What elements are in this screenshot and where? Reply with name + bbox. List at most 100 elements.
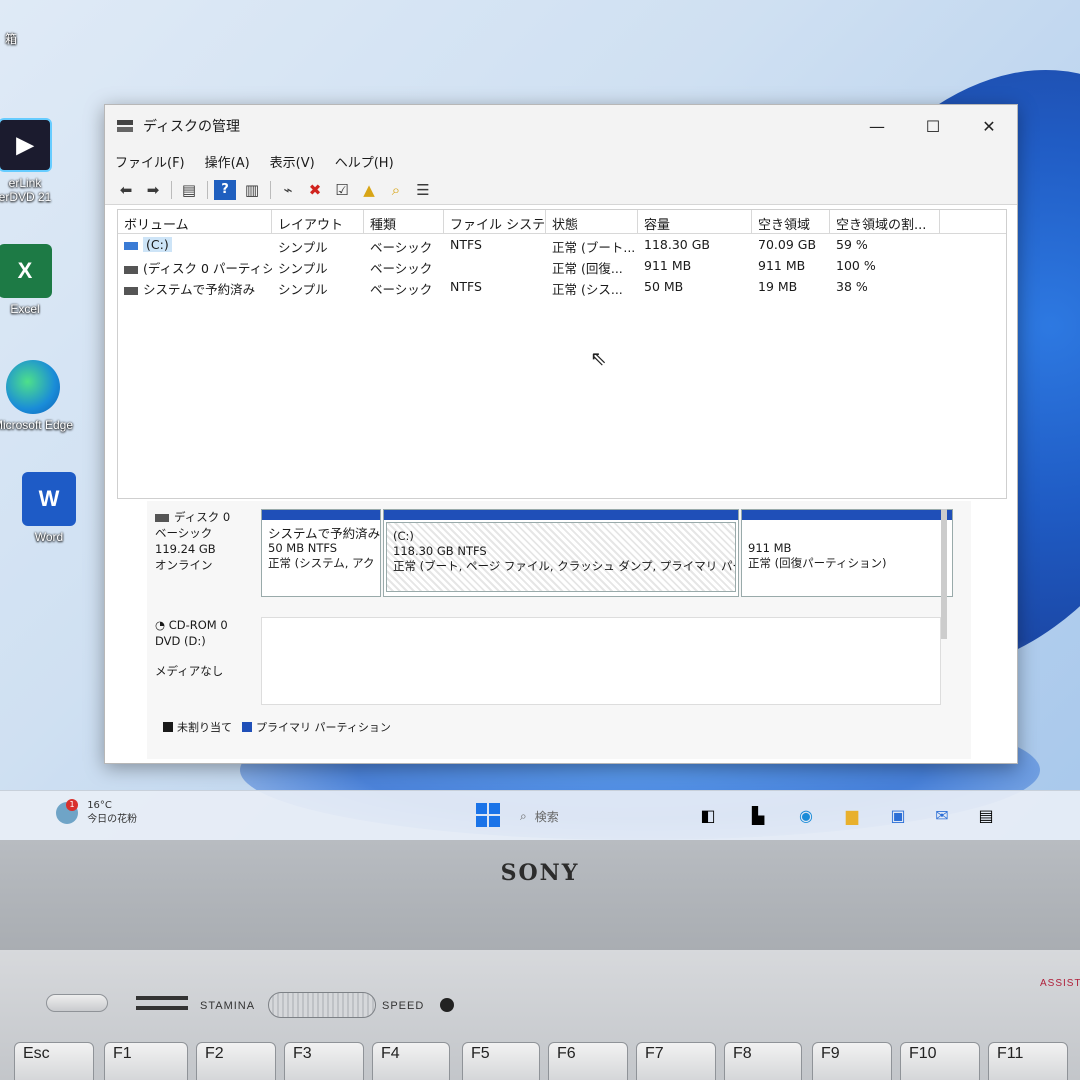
column-header-volume[interactable]: ボリューム [118,210,272,233]
assist-label: ASSIST [1040,978,1080,989]
key-f8[interactable]: F8 [724,1042,802,1080]
key-esc[interactable]: Esc [14,1042,94,1080]
table-row[interactable]: (ディスク 0 パーティシ... シンプル ベーシック 正常 (回復... 91… [118,255,1006,276]
toolbar-separator [171,180,172,199]
taskbar-search[interactable]: ⌕ 検索 [520,803,670,829]
legend-swatch-primary [242,722,252,732]
partition-size: 118.30 GB NTFS [393,544,487,558]
column-header-filesystem[interactable]: ファイル システム [444,210,546,233]
window-title: ディスクの管理 [143,119,241,135]
volume-icon [124,286,138,295]
delete-icon[interactable]: ✖ [304,180,326,200]
key-f10[interactable]: F10 [900,1042,980,1080]
weather-desc: 今日の花粉 [87,814,138,825]
stamina-speed-switch[interactable] [268,992,376,1018]
properties-icon[interactable]: ▤ [178,180,200,200]
partition-bar [742,510,952,520]
desktop-icon-excel[interactable]: X Excel [0,244,80,316]
table-row[interactable]: システムで予約済み シンプル ベーシック NTFS 正常 (シス... 50 M… [118,276,1006,297]
file-explorer-icon[interactable]: ▆ [838,801,866,829]
desktop-icon-edge[interactable]: Microsoft Edge [0,360,88,432]
volume-name: (C:) [143,237,172,252]
start-button[interactable] [476,803,500,827]
disk-row-disk-0[interactable]: ディスク 0 ベーシック 119.24 GB オンライン システムで予約済み 5… [147,501,953,639]
minimize-button[interactable]: — [849,105,905,147]
key-f1[interactable]: F1 [104,1042,188,1080]
column-header-layout[interactable]: レイアウト [272,210,364,233]
disk-status: メディアなし [155,664,224,678]
partition-system-reserved[interactable]: システムで予約済み 50 MB NTFS 正常 (システム, アク [261,509,381,597]
disk-row-cdrom-0[interactable]: ◔ CD-ROM 0 DVD (D:) メディアなし [147,609,947,709]
key-f11[interactable]: F11 [988,1042,1068,1080]
desktop-icon-label: 箱 [4,32,17,46]
folder-up-icon[interactable]: ▲ [358,180,380,200]
disk-info[interactable]: ◔ CD-ROM 0 DVD (D:) メディアなし [155,617,255,679]
disk-map[interactable]: ディスク 0 ベーシック 119.24 GB オンライン システムで予約済み 5… [147,501,971,759]
column-header-type[interactable]: 種類 [364,210,444,233]
list-view-icon[interactable]: ▥ [241,180,263,200]
widgets-icon[interactable]: ▙ [744,801,772,829]
weather-temp: 16°C [87,800,112,811]
column-header-status[interactable]: 状態 [546,210,638,233]
key-f4[interactable]: F4 [372,1042,450,1080]
close-button[interactable]: ✕ [961,105,1017,147]
partition-c-drive[interactable]: (C:) 118.30 GB NTFS 正常 (ブート, ページ ファイル, ク… [383,509,739,597]
store-icon[interactable]: ▣ [884,801,912,829]
edge-icon [6,360,60,414]
weather-widget[interactable]: 1 16°C 今日の花粉 [56,799,137,827]
key-f7[interactable]: F7 [636,1042,716,1080]
disk-management-taskbar-icon[interactable]: ▤ [972,801,1000,829]
key-f3[interactable]: F3 [284,1042,364,1080]
disk-info[interactable]: ディスク 0 ベーシック 119.24 GB オンライン [155,509,255,573]
legend-unallocated: 未割り当て [177,721,232,734]
disk-management-window[interactable]: ディスクの管理 — ☐ ✕ ファイル(F) 操作(A) 表示(V) ヘルプ(H)… [104,104,1018,764]
menu-file[interactable]: ファイル(F) [115,152,185,171]
maximize-button[interactable]: ☐ [905,105,961,147]
back-arrow-icon[interactable]: ⬅ [115,180,137,200]
capacity-cell: 911 MB [644,258,692,273]
volume-icon [124,241,138,250]
key-f5[interactable]: F5 [462,1042,540,1080]
partition-recovery[interactable]: 911 MB 正常 (回復パーティション) [741,509,953,597]
check-icon[interactable]: ☑ [331,180,353,200]
partition-bar [384,510,738,520]
menu-action[interactable]: 操作(A) [205,152,250,171]
title-bar[interactable]: ディスクの管理 — ☐ ✕ [105,105,1017,147]
column-header-capacity[interactable]: 容量 [638,210,752,233]
forward-arrow-icon[interactable]: ➡ [142,180,164,200]
disk-icon [155,513,169,522]
toolbar-separator [270,180,271,199]
details-icon[interactable]: ☰ [412,180,434,200]
toolbar-separator [207,180,208,199]
capacity-cell: 118.30 GB [644,237,710,252]
disk-type: DVD (D:) [155,634,206,648]
menu-view[interactable]: 表示(V) [270,152,315,171]
desktop-icon-word[interactable]: W Word [0,472,104,544]
table-row[interactable]: (C:) シンプル ベーシック NTFS 正常 (ブート... 118.30 G… [118,234,1006,255]
desktop-icon-recycle[interactable]: 箱 [0,30,66,47]
column-header-percent-free[interactable]: 空き領域の割... [830,210,940,233]
mail-icon[interactable]: ✉ [928,801,956,829]
desktop-icon-powerdvd[interactable]: ▶ erLink erDVD 21 [0,118,80,204]
legend-primary: プライマリ パーティション [256,721,391,734]
key-f2[interactable]: F2 [196,1042,276,1080]
partition-size: 50 MB NTFS [268,541,338,555]
column-header-free-space[interactable]: 空き領域 [752,210,830,233]
disk-name: ディスク 0 [155,509,255,525]
key-f6[interactable]: F6 [548,1042,628,1080]
powerdvd-icon: ▶ [0,118,52,172]
menu-help[interactable]: ヘルプ(H) [335,152,394,171]
eject-button[interactable] [46,994,108,1012]
search-icon: ⌕ [520,808,527,823]
filesystem-cell: NTFS [450,279,482,294]
volume-list[interactable]: ボリューム レイアウト 種類 ファイル システム 状態 容量 空き領域 空き領域… [117,209,1007,499]
connect-icon[interactable]: ⌁ [277,180,299,200]
help-icon[interactable]: ? [214,179,236,200]
free-space-cell: 911 MB [758,258,806,273]
edge-taskbar-icon[interactable]: ◉ [792,801,820,829]
key-f9[interactable]: F9 [812,1042,892,1080]
task-view-icon[interactable]: ◧ [694,801,722,829]
partition-status: 正常 (回復パーティション) [748,556,887,570]
search-folder-icon[interactable]: ⌕ [385,180,407,200]
weather-icon: 1 [56,799,78,824]
